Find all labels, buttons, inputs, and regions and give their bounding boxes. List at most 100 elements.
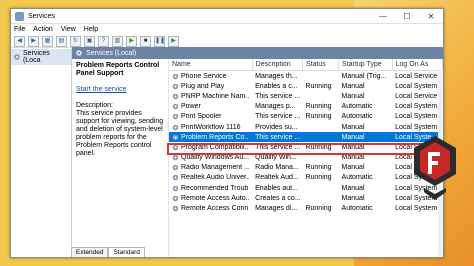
start-service-icon[interactable]: ▶ — [126, 35, 137, 47]
service-gear-icon — [172, 205, 179, 212]
tree-node-label: Services (Loca — [22, 50, 50, 64]
restart-service-icon[interactable]: ▶ — [168, 35, 179, 47]
cell-status — [302, 122, 338, 132]
table-row[interactable]: Quality Windows Au... Quality Win... Manua… — [169, 153, 443, 163]
show-hide-tree-icon[interactable]: ▦ — [42, 35, 53, 47]
stop-service-icon[interactable]: ■ — [140, 35, 151, 47]
maximize-button[interactable]: ☐ — [395, 12, 419, 21]
help-icon[interactable]: ? — [98, 35, 109, 47]
cell-status: Running — [305, 174, 332, 182]
table-row[interactable]: Remote Access Conn... Manages di... Runnin… — [169, 203, 443, 213]
close-button[interactable]: ✕ — [419, 12, 443, 21]
cell-description: Radio Mana... — [255, 164, 299, 172]
cell-status: Running — [305, 82, 332, 90]
cell-description: Manages th... — [255, 72, 298, 80]
service-gear-icon — [172, 175, 179, 181]
cell-name: PNRP Machine Nam... — [169, 91, 252, 101]
cell-description: This service ... — [255, 113, 301, 121]
pause-service-icon[interactable]: ❚❚ — [154, 35, 165, 47]
cell-log-on-as: Local System — [395, 113, 438, 121]
cell-status — [302, 71, 338, 82]
menu-help[interactable]: Help — [84, 26, 98, 33]
window-title: Services — [28, 12, 55, 20]
menu-bar: File Action View Help — [11, 24, 443, 35]
service-gear-icon — [172, 73, 179, 79]
cell-status: Running — [305, 103, 332, 111]
table-row[interactable]: Plug and Play Enables a c... Running Manual… — [169, 81, 443, 91]
column-header-startup-type[interactable]: Startup Type — [338, 59, 393, 71]
services-list: Name Description Status Startup Type Log… — [167, 59, 444, 257]
pane-header-title: Services (Local) — [86, 49, 137, 57]
table-row[interactable]: Problem Reports Co... This service ... Man… — [169, 132, 443, 143]
column-header-name[interactable]: Name — [169, 59, 253, 71]
properties-icon[interactable]: ▤ — [56, 35, 67, 47]
cell-startup-type: Manual — [341, 184, 365, 192]
service-name-text: Remote Access Conn... — [181, 205, 250, 213]
table-row[interactable]: PrintWorkflow 1116 Provides su... Manual Lo… — [169, 122, 443, 132]
cell-name: Realtek Audio Univer... — [169, 173, 252, 183]
cell-log-on-as: Local Service — [395, 92, 438, 100]
service-name-text: Radio Management ... — [181, 164, 250, 172]
table-row[interactable]: Realtek Audio Univer... Realtek Aud... Run… — [169, 173, 443, 183]
forward-icon[interactable]: ▶ — [28, 35, 39, 47]
cell-startup-type: Automatic — [341, 113, 373, 121]
refresh-icon[interactable]: ↻ — [70, 35, 81, 47]
menu-action[interactable]: Action — [33, 26, 52, 33]
cell-status: Running — [305, 205, 332, 213]
table-row[interactable]: Print Spooler This service ... Running Auto… — [169, 112, 443, 122]
start-service-link[interactable]: Start the service — [76, 86, 164, 94]
export-list-icon[interactable]: ▣ — [84, 35, 95, 47]
service-name-text: Recommended Troub... — [181, 184, 250, 192]
service-name-text: PrintWorkflow 1116 — [181, 123, 241, 131]
services-window: Services — ☐ ✕ File Action View Help ◀ ▶… — [10, 8, 444, 258]
console-icon[interactable]: ▥ — [112, 35, 123, 47]
cell-name: Radio Management ... — [169, 163, 252, 173]
table-row[interactable]: Remote Access Auto... Creates a co... Manu… — [169, 193, 443, 203]
column-header-description[interactable]: Description — [252, 59, 303, 71]
cell-log-on-as: Local System — [395, 103, 438, 111]
cell-startup-type: Automatic — [341, 205, 373, 213]
table-row[interactable]: Radio Management ... Radio Mana... Running… — [169, 163, 443, 173]
cell-startup-type: Manual — [341, 143, 365, 151]
back-icon[interactable]: ◀ — [14, 35, 25, 47]
table-row[interactable]: Phone Service Manages th... Manual (Trig..… — [169, 71, 443, 82]
cell-name: Quality Windows Au... — [169, 153, 252, 163]
service-name-text: PNRP Machine Nam... — [181, 92, 250, 100]
cell-name: PrintWorkflow 1116 — [169, 122, 252, 132]
cell-description: Provides su... — [255, 123, 298, 131]
cell-description: Enables aut... — [255, 184, 298, 192]
cell-description: Enables a c... — [255, 82, 298, 90]
site-logo-icon — [414, 136, 456, 200]
column-header-status[interactable]: Status — [302, 59, 340, 71]
service-description: This service provides support for viewin… — [76, 110, 164, 157]
tree-node-services-local[interactable]: Services (Loca — [11, 49, 71, 65]
cell-status — [302, 153, 338, 163]
service-gear-icon — [172, 124, 179, 130]
view-tabs: Extended Standard — [71, 247, 145, 257]
minimize-button[interactable]: — — [371, 12, 395, 21]
cell-status — [302, 91, 338, 101]
description-label: Description: — [76, 102, 113, 109]
cell-startup-type: Manual (Trig... — [341, 72, 387, 80]
menu-view[interactable]: View — [61, 26, 76, 33]
tab-standard[interactable]: Standard — [108, 247, 145, 257]
column-header-log-on-as[interactable]: Log On As — [392, 59, 444, 71]
cell-status: Running — [305, 164, 332, 172]
cell-startup-type: Automatic — [341, 103, 373, 111]
table-row[interactable]: PNRP Machine Nam... This service ... Manua… — [169, 91, 443, 101]
service-name-text: Program Compatibili... — [181, 143, 250, 151]
cell-description: This service ... — [255, 92, 301, 100]
table-row[interactable]: Power Manages p... Running Automatic Local S… — [169, 102, 443, 112]
cell-startup-type: Automatic — [341, 174, 373, 182]
cell-description: Creates a co... — [255, 194, 301, 202]
cell-startup-type: Manual — [341, 194, 365, 202]
cell-startup-type: Manual — [341, 123, 365, 131]
service-name-text: Plug and Play — [181, 82, 225, 90]
table-row[interactable]: Program Compatibili... This service ... Ru… — [169, 142, 443, 152]
tab-extended[interactable]: Extended — [71, 247, 109, 257]
cell-name: Power — [169, 102, 252, 112]
table-row[interactable]: Recommended Troub... Enables aut... Manual… — [169, 183, 443, 193]
service-name-text: Print Spooler — [181, 113, 222, 121]
menu-file[interactable]: File — [14, 26, 25, 33]
cell-name: Phone Service — [169, 71, 252, 82]
